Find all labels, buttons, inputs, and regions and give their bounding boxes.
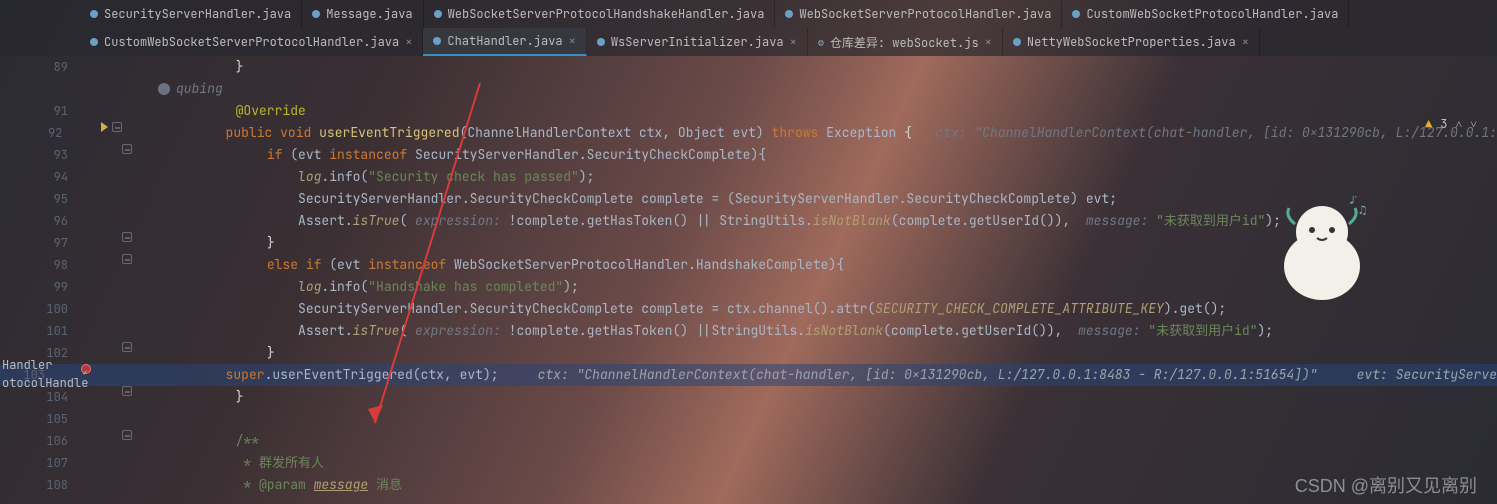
close-icon[interactable]: × (1242, 34, 1249, 50)
project-tree-fragment: Handler otocolHandle (0, 356, 88, 392)
line-number: 94 (0, 166, 78, 188)
tab-chat-handler[interactable]: ChatHandler.java× (423, 28, 586, 56)
inspection-widget[interactable]: ▲ 3 ˄ ˅ (1425, 116, 1477, 132)
override-icon[interactable] (101, 122, 108, 132)
line-number: 106 (0, 430, 78, 452)
tab-security-server-handler[interactable]: SecurityServerHandler.java (80, 0, 302, 28)
tab-bar-second: CustomWebSocketServerProtocolHandler.jav… (0, 28, 1497, 56)
line-number: 108 (0, 474, 78, 496)
tab-message[interactable]: Message.java (302, 0, 423, 28)
line-number: 95 (0, 188, 78, 210)
tab-custom-ws-server-proto-handler[interactable]: CustomWebSocketServerProtocolHandler.jav… (80, 28, 423, 56)
fold-icon[interactable] (122, 386, 132, 396)
inline-hint: ctx: "ChannelHandlerContext(chat-handler… (499, 366, 1318, 383)
tab-ws-proto-handler[interactable]: WebSocketServerProtocolHandler.java (775, 0, 1062, 28)
close-icon[interactable]: × (985, 34, 992, 50)
execution-line: 103 super.userEventTriggered(ctx, evt); … (0, 364, 1497, 386)
file-icon (90, 38, 98, 46)
file-icon (434, 10, 442, 18)
inline-hint: ctx: "ChannelHandlerContext(chat-handler… (912, 124, 1497, 141)
fold-icon[interactable] (122, 254, 132, 264)
tab-custom-ws-proto-handler[interactable]: CustomWebSocketProtocolHandler.java (1062, 0, 1349, 28)
line-number: 101 (0, 320, 78, 342)
close-icon[interactable]: × (405, 34, 412, 50)
fold-icon[interactable] (122, 342, 132, 352)
close-icon[interactable]: × (569, 33, 576, 49)
fold-icon[interactable] (122, 430, 132, 440)
line-number: 96 (0, 210, 78, 232)
line-number: 107 (0, 452, 78, 474)
file-icon (312, 10, 320, 18)
fold-icon[interactable] (122, 144, 132, 154)
tab-netty-ws-properties[interactable]: NettyWebSocketProperties.java× (1003, 28, 1260, 56)
code-editor[interactable]: 89 } qubing 91 @Override 92 public void … (0, 56, 1497, 504)
chevron-down-icon[interactable]: ˅ (1470, 116, 1477, 132)
close-icon[interactable]: × (790, 34, 797, 50)
fold-icon[interactable] (122, 232, 132, 242)
file-icon (433, 37, 441, 45)
line-number: 100 (0, 298, 78, 320)
file-icon (597, 38, 605, 46)
file-icon (785, 10, 793, 18)
file-icon (90, 10, 98, 18)
fold-icon[interactable] (112, 122, 122, 132)
line-number: 105 (0, 408, 78, 430)
file-icon (1072, 10, 1080, 18)
line-number: 98 (0, 254, 78, 276)
avatar-icon (158, 83, 170, 95)
line-number: 89 (0, 56, 78, 78)
author-annotation: qubing (138, 78, 223, 100)
watermark: CSDN @离别又见离别 (1295, 472, 1477, 498)
line-number: 99 (0, 276, 78, 298)
tab-ws-proto-handshake-handler[interactable]: WebSocketServerProtocolHandshakeHandler.… (424, 0, 776, 28)
line-number: 93 (0, 144, 78, 166)
tab-bar-top: SecurityServerHandler.java Message.java … (0, 0, 1497, 28)
tab-repo-diff-websocket-js[interactable]: ⚙仓库差异: webSocket.js× (808, 28, 1003, 56)
warning-icon: ▲ (1425, 116, 1432, 132)
inline-hint: evt: SecurityServe (1318, 366, 1497, 383)
line-number: 91 (0, 100, 78, 122)
line-number: 97 (0, 232, 78, 254)
tab-ws-server-initializer[interactable]: WsServerInitializer.java× (587, 28, 808, 56)
chevron-up-icon[interactable]: ˄ (1455, 116, 1462, 132)
file-icon (1013, 38, 1021, 46)
line-number: 92 (0, 122, 72, 144)
gear-icon: ⚙ (818, 36, 824, 49)
